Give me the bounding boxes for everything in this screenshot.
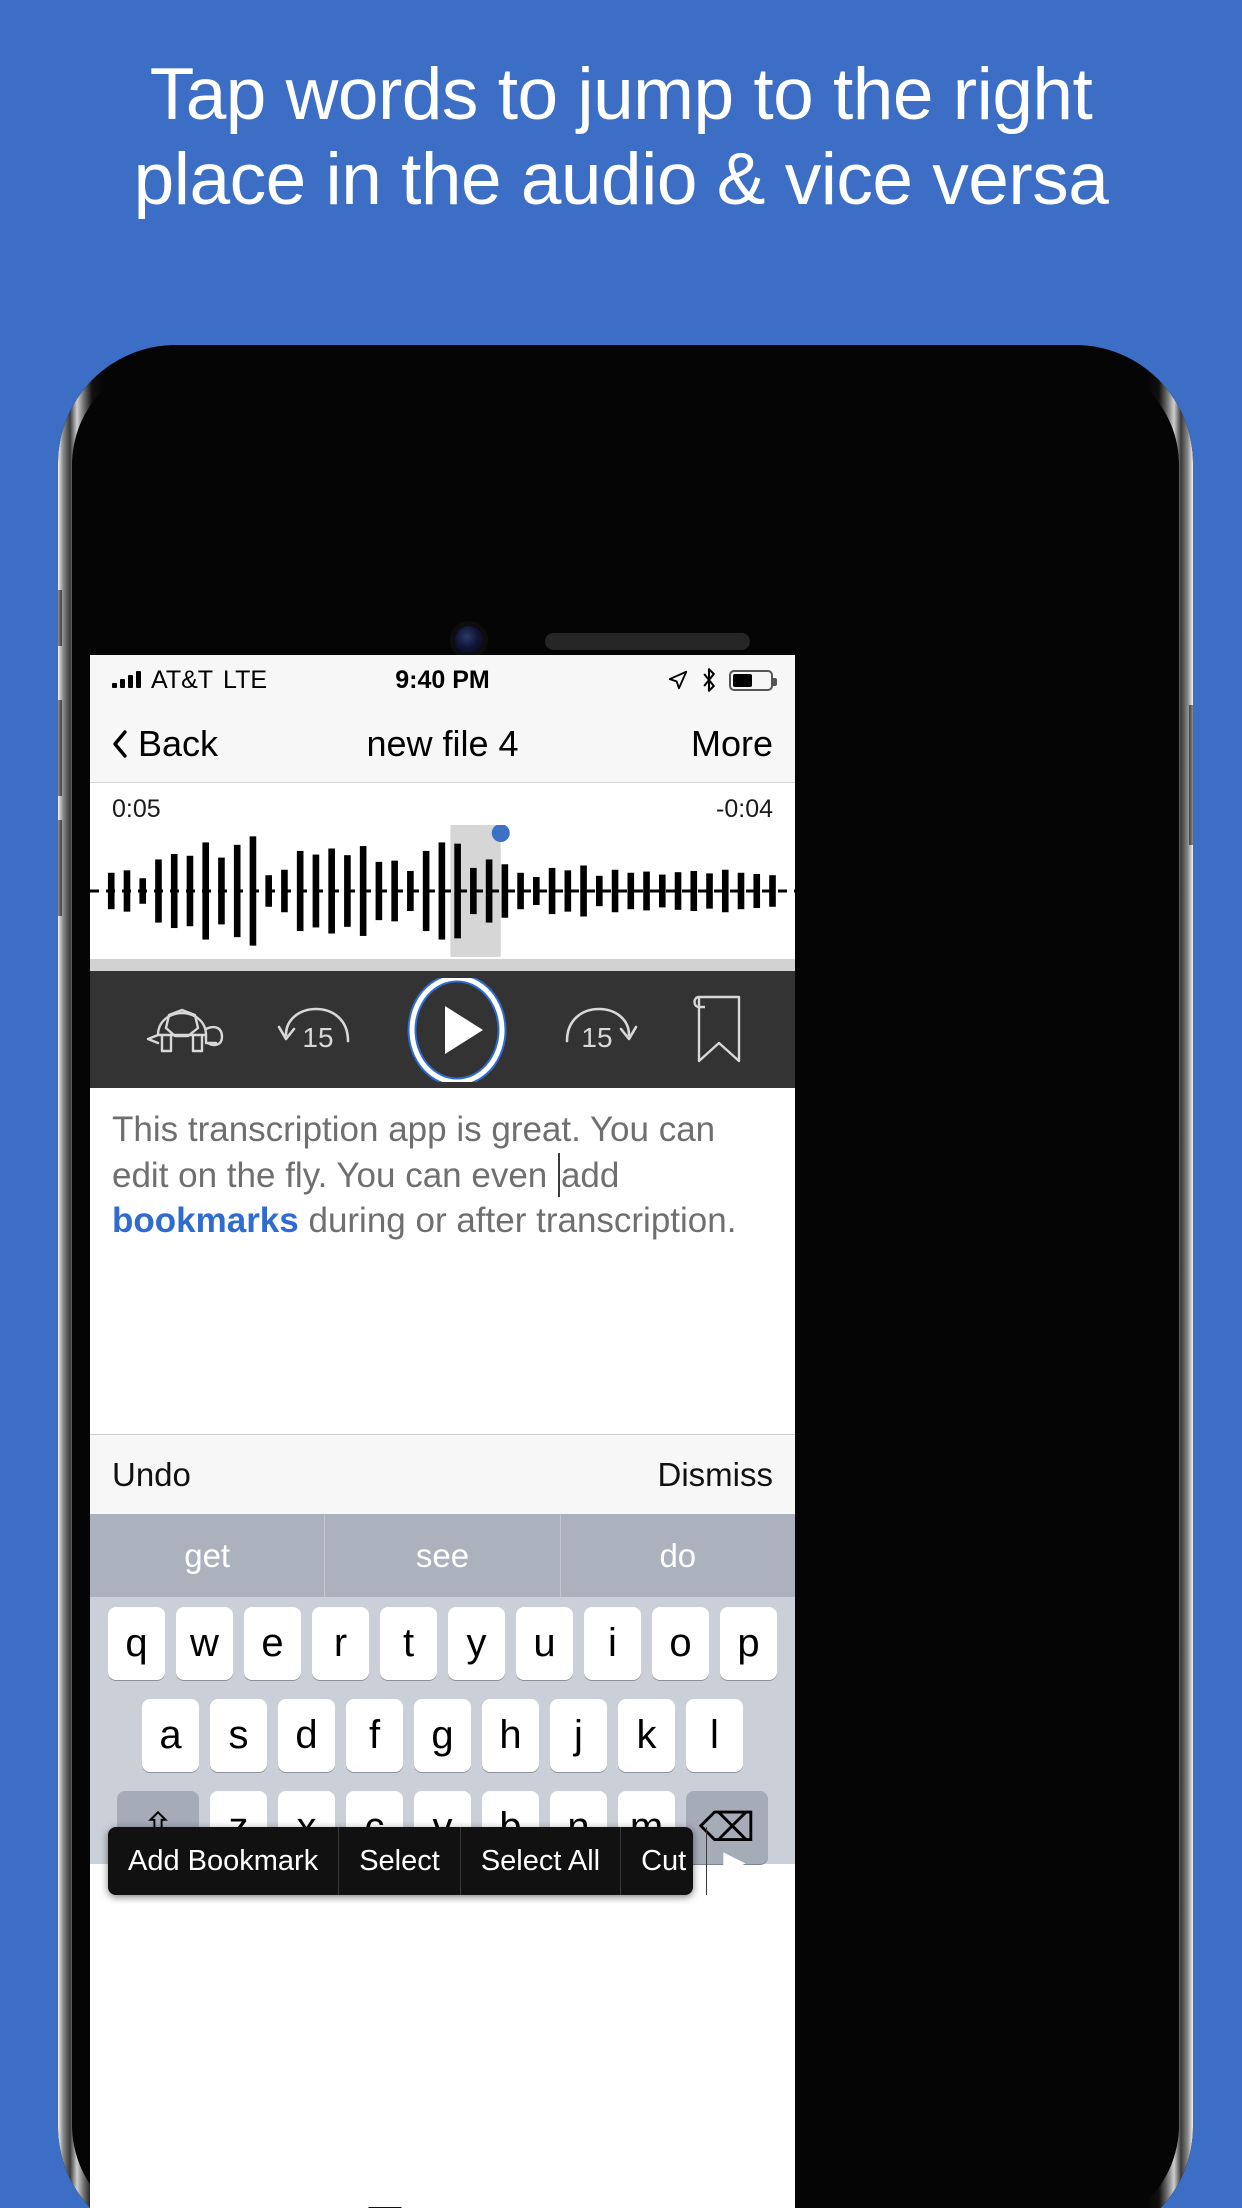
more-button[interactable]: More	[691, 723, 773, 765]
chevron-left-icon	[113, 729, 127, 758]
transcript-part-3: during or after transcription.	[298, 1200, 737, 1240]
key-p[interactable]: p	[720, 1607, 777, 1680]
prediction-word-2[interactable]: see	[325, 1514, 561, 1597]
battery-icon	[729, 669, 777, 691]
dismiss-button[interactable]: Dismiss	[658, 1456, 773, 1494]
waveform-bar	[690, 870, 698, 912]
transcript-text[interactable]: This transcription app is great. You can…	[112, 1108, 773, 1243]
forward-15-icon: 15	[565, 1007, 638, 1053]
waveform-bar	[611, 869, 619, 913]
waveform-canvas[interactable]	[90, 825, 795, 957]
rewind-15-icon: 15	[277, 1007, 349, 1053]
transcript-part-2: add	[560, 1155, 620, 1195]
add-bookmark-button[interactable]	[685, 991, 747, 1069]
prediction-bar: get see do	[90, 1514, 795, 1597]
status-bar: AT&T LTE 9:40 PM	[90, 655, 795, 705]
elapsed-time-label: 0:05	[112, 795, 161, 823]
volume-down-button[interactable]	[58, 820, 62, 916]
play-icon	[407, 977, 507, 1082]
power-button[interactable]	[1189, 705, 1193, 845]
key-i[interactable]: i	[584, 1607, 641, 1680]
rewind-15-button[interactable]: 15	[274, 999, 362, 1061]
keyboard-rows: qwertyuiop asdfghjkl ⇧zxcvbnm⌫	[90, 1597, 795, 1864]
key-h[interactable]: h	[482, 1699, 539, 1772]
headline-line-2: place in the audio & vice versa	[133, 139, 1109, 220]
menu-item-select-all[interactable]: Select All	[461, 1827, 622, 1895]
forward-15-button[interactable]: 15	[553, 999, 641, 1061]
menu-item-more-arrow-icon[interactable]: ▶	[707, 1827, 761, 1895]
earpiece-speaker	[545, 633, 750, 650]
undo-toolbar: Undo Dismiss	[90, 1434, 795, 1514]
remaining-time-label: -0:04	[716, 795, 773, 823]
on-screen-keyboard: getseedo qwertyuiop asdfghjkl ⇧zxcvbnm⌫	[90, 1514, 795, 1864]
key-k[interactable]: k	[618, 1699, 675, 1772]
menu-item-cut[interactable]: Cut	[621, 1827, 708, 1895]
volume-up-button[interactable]	[58, 700, 62, 796]
waveform-bar	[643, 871, 650, 911]
text-context-menu: Add Bookmark Select Select All Cut ▶	[108, 1827, 746, 1895]
waveform-area[interactable]: 0:05 -0:04	[90, 783, 795, 971]
key-a[interactable]: a	[142, 1699, 199, 1772]
promo-headline: Tap words to jump to the right place in …	[0, 52, 1242, 222]
waveform-bar	[627, 872, 635, 910]
key-f[interactable]: f	[346, 1699, 403, 1772]
turtle-icon	[146, 1008, 224, 1052]
key-r[interactable]: r	[312, 1607, 369, 1680]
key-g[interactable]: g	[414, 1699, 471, 1772]
key-l[interactable]: l	[686, 1699, 743, 1772]
key-w[interactable]: w	[176, 1607, 233, 1680]
playback-speed-button[interactable]	[138, 999, 230, 1061]
key-q[interactable]: q	[108, 1607, 165, 1680]
waveform-scrollbar[interactable]	[90, 959, 795, 971]
front-camera-icon	[455, 626, 483, 654]
key-o[interactable]: o	[652, 1607, 709, 1680]
key-e[interactable]: e	[244, 1607, 301, 1680]
waveform-bar	[658, 874, 666, 908]
back-button[interactable]: Back	[112, 723, 218, 765]
key-s[interactable]: s	[210, 1699, 267, 1772]
prediction-word-1[interactable]: get	[90, 1514, 326, 1597]
menu-item-add-bookmark[interactable]: Add Bookmark	[108, 1827, 340, 1895]
prediction-word-3[interactable]: do	[561, 1514, 795, 1597]
waveform-bar	[706, 873, 713, 909]
key-y[interactable]: y	[448, 1607, 505, 1680]
playback-controls: 15 15	[90, 971, 795, 1088]
menu-item-select[interactable]: Select	[339, 1827, 461, 1895]
play-button[interactable]	[405, 977, 509, 1082]
undo-button[interactable]: Undo	[112, 1456, 191, 1494]
phone-screen: AT&T LTE 9:40 PM Back new file 4 More 0:…	[90, 655, 795, 2208]
waveform-time-labels: 0:05 -0:04	[90, 783, 795, 824]
forward-seconds-label: 15	[582, 1022, 613, 1053]
waveform-bar	[580, 865, 587, 917]
status-bar-clock: 9:40 PM	[395, 665, 490, 694]
key-u[interactable]: u	[516, 1607, 573, 1680]
keyboard-row-1: qwertyuiop	[95, 1607, 790, 1680]
transcript-bookmark-link[interactable]: bookmarks	[112, 1201, 299, 1240]
waveform-bar	[596, 875, 603, 907]
rewind-seconds-label: 15	[302, 1022, 333, 1053]
key-j[interactable]: j	[550, 1699, 607, 1772]
back-button-label: Back	[138, 722, 219, 764]
silent-switch[interactable]	[58, 590, 62, 646]
keyboard-row-2: asdfghjkl	[95, 1699, 790, 1772]
key-t[interactable]: t	[380, 1607, 437, 1680]
headline-line-1: Tap words to jump to the right	[149, 54, 1093, 135]
transcript-editor[interactable]: This transcription app is great. You can…	[90, 1088, 795, 1434]
transcript-part-1: This transcription app is great. You can…	[112, 1110, 716, 1195]
bookmark-icon	[693, 995, 741, 1062]
waveform-bar	[674, 872, 682, 910]
navigation-bar: Back new file 4 More	[90, 705, 795, 783]
key-d[interactable]: d	[278, 1699, 335, 1772]
text-caret	[557, 1152, 560, 1197]
